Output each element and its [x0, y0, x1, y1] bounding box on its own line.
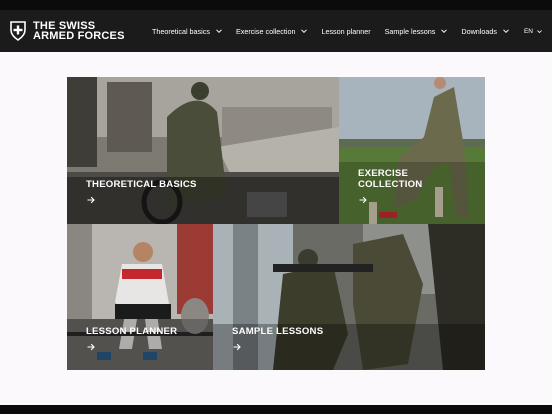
chevron-down-icon	[216, 29, 222, 34]
tile-theoretical-basics[interactable]: THEORETICAL BASICS	[67, 77, 339, 224]
app-frame: THE SWISS ARMED FORCES Theoretical basic…	[0, 0, 552, 414]
nav-lesson-planner[interactable]: Lesson planner	[321, 27, 370, 36]
main-menu: Theoretical basics Exercise collection L…	[152, 10, 523, 52]
arrow-right-icon	[359, 196, 367, 204]
brand-line-2: ARMED FORCES	[33, 30, 125, 42]
nav-sample-lessons[interactable]: Sample lessons	[385, 27, 448, 36]
nav-label: Downloads	[461, 26, 497, 36]
bottom-bar	[0, 405, 552, 414]
nav-label: Theoretical basics	[152, 26, 210, 36]
nav-theoretical-basics[interactable]: Theoretical basics	[152, 27, 222, 36]
tile-title: SAMPLE LESSONS	[232, 326, 324, 337]
top-navigation-bar: THE SWISS ARMED FORCES Theoretical basic…	[0, 10, 552, 52]
arrow-right-icon	[87, 343, 95, 351]
tile-title: THEORETICAL BASICS	[86, 179, 197, 190]
chevron-down-icon	[441, 29, 448, 34]
tile-title: LESSON PLANNER	[86, 326, 178, 337]
language-label: EN	[523, 27, 533, 35]
chevron-down-icon	[503, 29, 509, 34]
language-selector[interactable]: EN	[524, 10, 542, 52]
nav-label: Lesson planner	[321, 26, 371, 36]
home-logo-link[interactable]: THE SWISS ARMED FORCES	[9, 21, 125, 42]
nav-downloads[interactable]: Downloads	[461, 27, 509, 36]
nav-label: Sample lessons	[384, 26, 436, 36]
main-content: THEORETICAL BASICS EXERCISE COLLECTION L…	[0, 52, 552, 405]
chevron-down-icon	[301, 29, 308, 34]
nav-exercise-collection[interactable]: Exercise collection	[236, 27, 308, 36]
tile-title-line-2: COLLECTION	[358, 179, 423, 190]
tile-title: EXERCISE COLLECTION	[358, 168, 422, 190]
chevron-down-icon	[537, 29, 542, 33]
tile-title-line-1: EXERCISE	[358, 168, 409, 179]
topic-tile-grid: THEORETICAL BASICS EXERCISE COLLECTION L…	[67, 77, 485, 370]
arrow-right-icon	[87, 196, 95, 204]
tile-lesson-planner[interactable]: LESSON PLANNER	[67, 224, 213, 370]
arrow-right-icon	[233, 343, 241, 351]
brand-name: THE SWISS ARMED FORCES	[33, 21, 125, 42]
tile-exercise-collection[interactable]: EXERCISE COLLECTION	[339, 77, 485, 224]
tile-sample-lessons[interactable]: SAMPLE LESSONS	[213, 224, 485, 370]
soldiers-training-photo	[213, 224, 485, 370]
swiss-shield-icon	[10, 21, 26, 41]
nav-label: Exercise collection	[235, 26, 296, 36]
soldier-with-cable-photo	[67, 77, 339, 224]
